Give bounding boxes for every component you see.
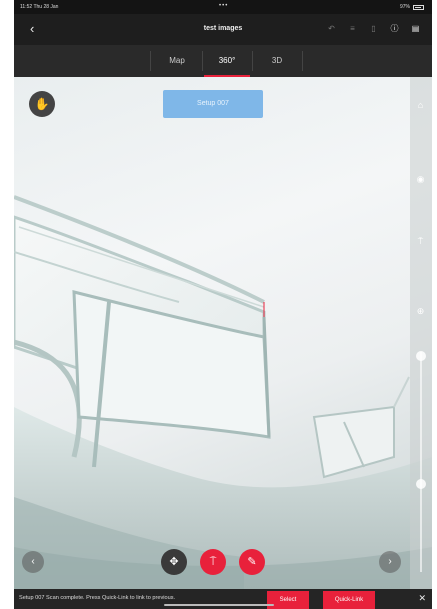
nav-tools: ↶ ≡ ▯ ⓘ ▤ [327,24,420,33]
lock-icon[interactable]: ▯ [369,24,378,33]
select-button[interactable]: Select [267,591,309,609]
measure-pin-icon[interactable]: ⍑ [200,549,226,575]
move-icon[interactable]: ✥ [161,549,187,575]
tab-divider [302,51,303,71]
viewer-sidebar: ⌂ ◉ ⍑ ⊕ [410,77,432,589]
tab-divider [252,51,253,71]
layers-icon[interactable]: ▤ [411,24,420,33]
panorama-viewer[interactable]: ✋ Setup 007 ⌂ ◉ ⍑ ⊕ ‹ › ✥ ⍑ ✎ [14,77,432,589]
target-icon[interactable]: ◉ [414,173,427,186]
hand-pan-icon[interactable]: ✋ [29,91,55,117]
zoom-top-knob[interactable] [416,351,426,361]
tab-divider [150,51,151,71]
panorama-image [14,195,432,589]
view-tabs: Map 360° 3D [14,45,432,77]
chevron-right-nav-icon[interactable]: › [379,551,401,573]
pin-icon[interactable]: ⍑ [414,235,427,248]
home-indicator [164,604,274,606]
undo-icon[interactable]: ↶ [327,24,336,33]
pencil-icon[interactable]: ✎ [239,549,265,575]
chevron-left-nav-icon[interactable]: ‹ [22,551,44,573]
tab-360[interactable]: 360° [204,45,250,77]
battery-indicator: 97% [400,4,424,10]
close-icon[interactable]: ✕ [418,593,426,604]
tab-3d[interactable]: 3D [254,45,300,77]
nav-bar: ‹ test images ↶ ≡ ▯ ⓘ ▤ [14,14,432,45]
plus-circle-icon[interactable]: ⊕ [414,305,427,318]
setup-label[interactable]: Setup 007 [163,90,263,118]
tab-divider [202,51,203,71]
status-bar: 11:52 Thu 28 Jan ••• 97% [14,0,432,14]
status-time: 11:52 Thu 28 Jan [20,4,59,10]
tab-map[interactable]: Map [154,45,200,77]
battery-percent: 97% [399,4,410,10]
multitask-dots[interactable]: ••• [219,3,228,9]
list-icon[interactable]: ≡ [348,24,357,33]
battery-icon [413,4,424,10]
bottom-bar: Setup 007 Scan complete. Press Quick-Lin… [14,589,432,609]
zoom-handle[interactable] [416,479,426,489]
zoom-track[interactable] [420,352,422,572]
quick-link-button[interactable]: Quick-Link [323,591,375,609]
info-icon[interactable]: ⓘ [390,24,399,33]
app-frame: 11:52 Thu 28 Jan ••• 97% ‹ test images ↶… [14,0,432,609]
home-icon[interactable]: ⌂ [414,99,427,112]
status-message: Setup 007 Scan complete. Press Quick-Lin… [19,595,176,601]
